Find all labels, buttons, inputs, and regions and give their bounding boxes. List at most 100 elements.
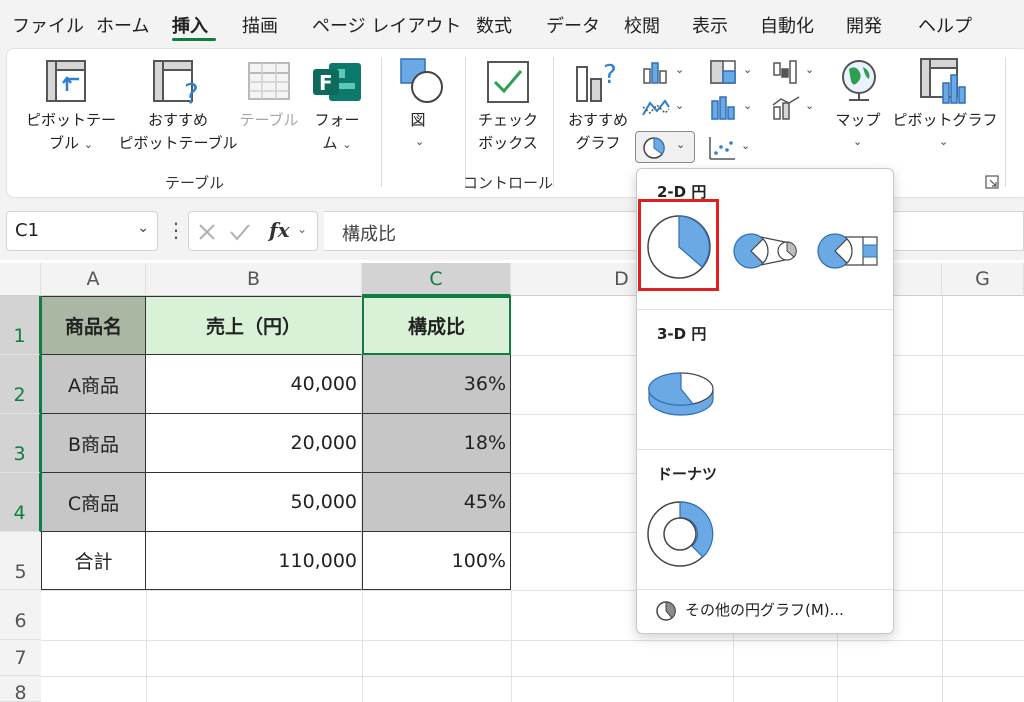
chevron-down-icon: ⌄ [83, 138, 93, 151]
waterfall-chart-icon[interactable] [771, 59, 801, 85]
chevron-down-icon[interactable]: ⌄ [741, 139, 750, 152]
pie-chart-icon [656, 600, 676, 621]
enter-icon[interactable] [229, 222, 251, 242]
insert-function-button[interactable]: fx [269, 218, 290, 242]
tab-data[interactable]: データ [546, 12, 600, 38]
menu-separator [637, 449, 893, 450]
more-pie-charts-item[interactable]: その他の円グラフ(M)... [655, 599, 844, 622]
more-options-icon[interactable]: ⋮ [166, 218, 186, 242]
row-header-7[interactable]: 7 [0, 640, 41, 676]
pie-chart-icon [643, 137, 665, 159]
chevron-down-icon: ⌄ [853, 135, 863, 148]
recommended-charts-icon: ? [576, 60, 617, 102]
cell-b5[interactable]: 110,000 [146, 532, 362, 590]
cell-b2[interactable]: 40,000 [146, 355, 362, 414]
tab-page-layout[interactable]: ページ レイアウト [312, 12, 461, 38]
scatter-chart-icon[interactable] [707, 135, 737, 161]
grid-line [362, 590, 363, 702]
pie-of-pie-option[interactable] [731, 231, 801, 271]
name-box[interactable]: C1 ⌄ [6, 211, 158, 251]
cell-b3[interactable]: 20,000 [146, 414, 362, 473]
combo-chart-icon[interactable] [771, 95, 801, 121]
tab-automate[interactable]: 自動化 [760, 12, 814, 38]
more-pie-charts-label: その他の円グラフ(M)... [685, 601, 844, 619]
group-separator [1005, 57, 1006, 187]
tab-developer[interactable]: 開発 [846, 12, 882, 38]
column-chart-icon[interactable] [641, 59, 671, 85]
tab-help[interactable]: ヘルプ [918, 12, 972, 38]
chevron-down-icon[interactable]: ⌄ [805, 63, 814, 76]
cell-c1[interactable]: 構成比 [362, 296, 511, 355]
chevron-down-icon[interactable]: ⌄ [743, 63, 752, 76]
cell-a1[interactable]: 商品名 [41, 296, 146, 355]
cell-b1[interactable]: 売上（円） [146, 296, 362, 355]
cell-c3[interactable]: 18% [362, 414, 511, 473]
tab-view[interactable]: 表示 [692, 12, 728, 38]
row-header-4[interactable]: 4 [0, 473, 41, 532]
tab-home[interactable]: ホーム [96, 12, 149, 38]
chevron-down-icon[interactable]: ⌄ [743, 99, 752, 112]
cancel-icon[interactable] [197, 222, 217, 242]
group-separator [553, 57, 554, 187]
forms-label: フォー ム ⌄ [314, 111, 360, 152]
dialog-launcher-icon[interactable] [985, 175, 999, 189]
tab-formulas[interactable]: 数式 [476, 12, 512, 38]
recommended-pivot-icon: ? [153, 60, 199, 107]
pie-chart-option[interactable] [638, 199, 719, 291]
table-icon [248, 62, 290, 100]
cell-b4[interactable]: 50,000 [146, 473, 362, 532]
column-header-g[interactable]: G [942, 263, 1024, 296]
svg-text:F: F [319, 71, 333, 95]
cell-c2[interactable]: 36% [362, 355, 511, 414]
pie-3d-option[interactable] [645, 365, 717, 421]
cell-a2[interactable]: A商品 [41, 355, 146, 414]
pie-chart-button[interactable]: ⌄ [635, 131, 695, 163]
cell-a3[interactable]: B商品 [41, 414, 146, 473]
forms-icon: F [313, 63, 361, 101]
table-label: テーブル [239, 111, 299, 129]
select-all[interactable] [0, 263, 41, 296]
cell-a4[interactable]: C商品 [41, 473, 146, 532]
cell-c4[interactable]: 45% [362, 473, 511, 532]
donut-option[interactable] [645, 499, 715, 569]
chevron-down-icon[interactable]: ⌄ [805, 99, 814, 112]
group-separator [465, 57, 466, 187]
row-header-1[interactable]: 1 [0, 296, 41, 355]
grid-line [41, 676, 1024, 677]
pivot-table-label: ピボットテー ブル ⌄ [25, 111, 116, 152]
row-header-3[interactable]: 3 [0, 414, 41, 473]
row-header-8[interactable]: 8 [0, 676, 41, 702]
chevron-down-icon[interactable]: ⌄ [675, 99, 684, 112]
svg-text:?: ? [603, 60, 617, 90]
pie-2d-icon [647, 215, 711, 279]
hierarchy-chart-icon[interactable] [709, 59, 739, 85]
tab-review[interactable]: 校閲 [624, 12, 660, 38]
column-header-c[interactable]: C [362, 263, 511, 296]
line-chart-icon[interactable] [641, 95, 671, 121]
group-label-controls: コントロール [463, 174, 554, 192]
tab-draw[interactable]: 描画 [242, 12, 278, 38]
group-label-tables: テーブル [165, 174, 225, 192]
row-header-5[interactable]: 5 [0, 532, 41, 590]
active-tab-indicator [172, 38, 216, 41]
bar-of-pie-option[interactable] [815, 231, 885, 271]
chevron-down-icon[interactable]: ⌄ [675, 63, 684, 76]
svg-text:?: ? [184, 77, 199, 107]
statistic-chart-icon[interactable] [709, 95, 739, 121]
tab-insert[interactable]: 挿入 [172, 12, 208, 38]
tab-file[interactable]: ファイル [12, 12, 84, 38]
selection-border [40, 296, 42, 532]
recommended-pivot-label: おすすめ ピボットテーブル [118, 111, 238, 152]
cell-c5[interactable]: 100% [362, 532, 511, 590]
row-header-2[interactable]: 2 [0, 355, 41, 414]
cell-a5[interactable]: 合計 [41, 532, 146, 590]
chevron-down-icon[interactable]: ⌄ [297, 222, 307, 236]
column-header-a[interactable]: A [41, 263, 146, 296]
section-3d-pie-label: 3-D 円 [657, 325, 707, 343]
grid-line [146, 590, 147, 702]
column-header-b[interactable]: B [146, 263, 362, 296]
checkbox-label: チェック ボックス [477, 111, 538, 152]
chevron-down-icon[interactable]: ⌄ [137, 220, 149, 236]
row-header-6[interactable]: 6 [0, 590, 41, 640]
grid-line [511, 590, 512, 702]
